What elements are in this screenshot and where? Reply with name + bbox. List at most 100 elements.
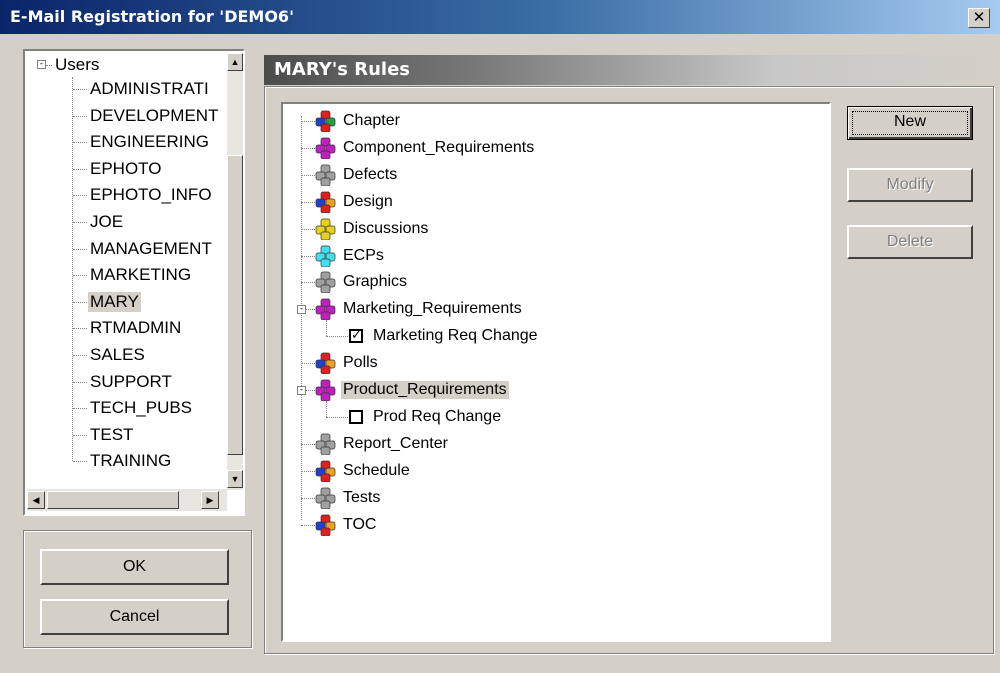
- cube-cluster-cyan-icon: [315, 245, 336, 267]
- rules-header-title: MARY's Rules: [274, 59, 411, 80]
- cube-cluster-gray-icon: [315, 272, 336, 294]
- rule-item[interactable]: Component_Requirements: [341, 139, 536, 157]
- collapse-node-icon[interactable]: -: [297, 305, 306, 315]
- tree-connector: [301, 282, 315, 284]
- tree-connector: [301, 524, 315, 526]
- cube-cluster-red-icon: [315, 110, 336, 132]
- user-item[interactable]: MARY: [88, 291, 141, 312]
- rules-tree[interactable]: Chapter Component_Requirements Defects Desi…: [281, 102, 831, 642]
- modify-button[interactable]: Modify: [847, 168, 973, 202]
- cube-cluster-purple-icon: [315, 379, 336, 401]
- tree-connector: [73, 115, 87, 117]
- users-tree[interactable]: - Users ▲ ▼ ◀ ▶ ADMINISTRATI DEVELOPMENT E…: [23, 49, 245, 516]
- unchecked-checkbox[interactable]: [349, 409, 363, 424]
- tree-connector: [73, 248, 87, 250]
- delete-button[interactable]: Delete: [847, 225, 973, 259]
- scroll-down-arrow-icon[interactable]: ▼: [227, 470, 243, 488]
- user-item[interactable]: MARKETING: [88, 265, 193, 285]
- rule-child-item[interactable]: Prod Req Change: [371, 408, 503, 426]
- tree-connector: [73, 142, 87, 144]
- cancel-button[interactable]: Cancel: [40, 599, 229, 635]
- rule-item[interactable]: Product_Requirements: [341, 381, 509, 399]
- user-item[interactable]: ENGINEERING: [88, 132, 211, 152]
- tree-connector: [73, 434, 87, 436]
- scroll-left-arrow-icon[interactable]: ◀: [27, 491, 45, 509]
- collapse-users-icon[interactable]: -: [37, 60, 46, 69]
- new-button[interactable]: New: [847, 106, 973, 140]
- user-item[interactable]: EPHOTO_INFO: [88, 185, 214, 205]
- user-item[interactable]: TEST: [88, 425, 135, 445]
- ok-button[interactable]: OK: [40, 549, 229, 585]
- user-item[interactable]: TECH_PUBS: [88, 398, 194, 418]
- cube-cluster-gray-icon: [315, 433, 336, 455]
- tree-connector: [301, 201, 315, 203]
- tree-connector: [301, 116, 302, 520]
- user-item[interactable]: JOE: [88, 212, 125, 232]
- tree-connector: [73, 355, 87, 356]
- scroll-thumb[interactable]: [227, 155, 243, 455]
- tree-connector: [301, 443, 315, 445]
- user-item[interactable]: ADMINISTRATI: [88, 79, 211, 99]
- close-button[interactable]: ✕: [968, 8, 990, 28]
- users-root-label[interactable]: Users: [53, 55, 101, 75]
- tree-connector: [73, 222, 87, 223]
- user-item[interactable]: DEVELOPMENT: [88, 106, 220, 126]
- checked-checkbox[interactable]: ✓: [349, 329, 363, 344]
- tree-connector: [73, 328, 87, 330]
- rule-item[interactable]: Marketing_Requirements: [341, 300, 524, 318]
- tree-connector: [301, 470, 315, 472]
- user-item[interactable]: MANAGEMENT: [88, 239, 214, 259]
- user-item[interactable]: SALES: [88, 345, 147, 365]
- tree-connector: [73, 89, 87, 90]
- cube-cluster-yellow-icon: [315, 218, 336, 240]
- rule-item[interactable]: Polls: [341, 354, 380, 372]
- rule-item[interactable]: TOC: [341, 516, 378, 534]
- tree-connector: [73, 195, 87, 197]
- rule-item[interactable]: Schedule: [341, 462, 412, 480]
- users-horizontal-scrollbar[interactable]: ◀ ▶: [27, 489, 227, 511]
- tree-connector: [301, 147, 315, 149]
- cube-cluster-purple-icon: [315, 298, 336, 321]
- tree-connector: [301, 497, 315, 499]
- collapse-node-icon[interactable]: -: [297, 386, 306, 395]
- rule-item[interactable]: Report_Center: [341, 435, 450, 453]
- user-item[interactable]: RTMADMIN: [88, 318, 183, 338]
- window-title: E-Mail Registration for 'DEMO6': [10, 7, 294, 26]
- tree-connector: [301, 255, 315, 257]
- cube-cluster-gray-icon: [315, 164, 336, 186]
- user-item[interactable]: EPHOTO: [88, 159, 163, 179]
- tree-connector: [301, 121, 315, 122]
- tree-connector: [73, 301, 87, 303]
- user-item[interactable]: SUPPORT: [88, 372, 174, 392]
- rule-child-item[interactable]: Marketing Req Change: [371, 327, 540, 345]
- rule-item[interactable]: Graphics: [341, 273, 409, 291]
- rule-item[interactable]: Discussions: [341, 220, 430, 238]
- tree-connector: [326, 416, 348, 418]
- title-bar: E-Mail Registration for 'DEMO6' ✕: [0, 0, 1000, 34]
- users-vertical-scrollbar[interactable]: ▲ ▼: [227, 53, 243, 490]
- cube-cluster-red-blue-icon: [315, 352, 336, 375]
- cube-cluster-red-blue-icon: [315, 514, 336, 536]
- scroll-thumb[interactable]: [47, 491, 179, 509]
- tree-connector: [73, 275, 87, 277]
- dialog-buttons-group: OK Cancel: [23, 530, 252, 648]
- rule-item[interactable]: ECPs: [341, 247, 386, 265]
- cube-cluster-purple-icon: [315, 137, 336, 159]
- rule-item[interactable]: Defects: [341, 166, 399, 184]
- rule-item[interactable]: Design: [341, 193, 395, 211]
- cube-cluster-red-blue-icon: [315, 191, 336, 213]
- tree-connector: [326, 320, 327, 337]
- rule-item[interactable]: Tests: [341, 489, 382, 507]
- cube-cluster-red-blue-icon: [315, 460, 336, 482]
- user-item[interactable]: TRAINING: [88, 451, 173, 471]
- scroll-up-arrow-icon[interactable]: ▲: [227, 53, 243, 71]
- tree-connector: [73, 408, 87, 410]
- tree-connector: [326, 336, 348, 338]
- tree-connector: [301, 363, 315, 365]
- tree-connector: [301, 228, 315, 230]
- tree-connector: [73, 168, 87, 170]
- tree-connector: [72, 77, 73, 462]
- rule-item[interactable]: Chapter: [341, 112, 402, 130]
- scroll-right-arrow-icon[interactable]: ▶: [201, 491, 219, 509]
- tree-connector: [326, 401, 327, 417]
